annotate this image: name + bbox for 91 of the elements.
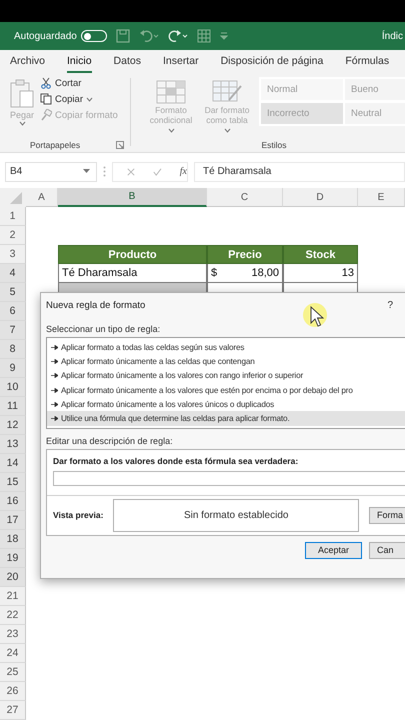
arrow-icon bbox=[51, 388, 58, 393]
table-header-cell: Stock bbox=[283, 245, 358, 264]
dialog-title: Nueva regla de formato bbox=[46, 300, 146, 310]
ribbon-button[interactable]: Cortar bbox=[40, 77, 118, 89]
grip-icon bbox=[103, 166, 106, 177]
row-header[interactable]: 19 bbox=[0, 549, 26, 568]
table-header-cell: Producto bbox=[58, 245, 207, 264]
arrow-icon bbox=[51, 416, 58, 422]
preview-label: Vista previa: bbox=[53, 510, 104, 520]
row-header[interactable]: 2 bbox=[0, 226, 26, 245]
rule-type-item[interactable]: Aplicar formato únicamente a los valores con rango inferior o superior bbox=[47, 368, 405, 383]
row-header[interactable]: 25 bbox=[0, 663, 26, 682]
table-icon[interactable] bbox=[196, 29, 211, 43]
row-header[interactable]: 26 bbox=[0, 682, 26, 701]
row-header[interactable]: 8 bbox=[0, 340, 26, 359]
section-label: Editar una descripción de regla: bbox=[46, 436, 174, 446]
help-button[interactable]: ? bbox=[387, 300, 393, 310]
row-header[interactable]: 12 bbox=[0, 416, 26, 435]
column-header[interactable]: B bbox=[58, 188, 207, 207]
select-all-icon[interactable] bbox=[0, 188, 26, 207]
formula-field[interactable]: Té Dharamsala bbox=[194, 162, 405, 182]
row-header[interactable]: 1 bbox=[0, 207, 26, 226]
column-header[interactable]: D bbox=[283, 188, 358, 207]
row-header[interactable]: 3 bbox=[0, 245, 26, 264]
row-header[interactable]: 23 bbox=[0, 625, 26, 644]
row-header[interactable]: 4 bbox=[0, 264, 26, 283]
ribbon-tab[interactable]: Archivo bbox=[10, 51, 46, 73]
arrow-icon bbox=[51, 358, 58, 364]
autosave-label: Autoguardado bbox=[14, 30, 77, 42]
row-header[interactable]: 21 bbox=[0, 587, 26, 606]
row-header[interactable]: 11 bbox=[0, 397, 26, 416]
table-cell: 13 bbox=[283, 264, 358, 283]
table-header-cell: Precio bbox=[207, 245, 283, 264]
group-label: Portapapeles bbox=[30, 140, 80, 150]
row-header[interactable]: 5 bbox=[0, 283, 26, 302]
redo-icon[interactable] bbox=[168, 29, 188, 43]
name-box[interactable]: B4 bbox=[5, 162, 97, 182]
row-header[interactable]: 6 bbox=[0, 302, 26, 321]
rule-type-item[interactable]: Utilice una fórmula que determine las celdas para aplicar formato. bbox=[47, 411, 405, 426]
row-header[interactable]: 27 bbox=[0, 701, 26, 720]
ribbon-tab[interactable]: Disposición de página bbox=[220, 51, 324, 73]
row-header[interactable]: 24 bbox=[0, 644, 26, 663]
table-brush-icon bbox=[212, 80, 242, 104]
undo-icon[interactable] bbox=[138, 29, 159, 43]
brush-icon bbox=[40, 109, 52, 121]
row-header[interactable]: 14 bbox=[0, 454, 26, 473]
arrow-icon bbox=[51, 344, 58, 350]
row-header[interactable]: 13 bbox=[0, 435, 26, 454]
row-header[interactable]: 18 bbox=[0, 530, 26, 549]
grid-icon bbox=[156, 80, 186, 104]
row-header[interactable]: 7 bbox=[0, 321, 26, 340]
scissors-icon bbox=[40, 77, 52, 89]
row-header[interactable]: 9 bbox=[0, 359, 26, 378]
format-button[interactable]: Forma bbox=[368, 506, 405, 524]
section-label: Seleccionar un tipo de regla: bbox=[46, 324, 162, 334]
check-icon[interactable] bbox=[152, 166, 162, 176]
row-header[interactable]: 10 bbox=[0, 378, 26, 397]
ribbon-tab[interactable]: Fórmulas bbox=[345, 51, 390, 73]
launcher-icon[interactable] bbox=[116, 141, 124, 149]
dropdown-icon bbox=[83, 169, 90, 174]
row-header[interactable]: 17 bbox=[0, 511, 26, 530]
window-title: Índic bbox=[382, 30, 403, 42]
ribbon-button[interactable]: Copiar bbox=[40, 93, 118, 105]
clipboard-icon bbox=[9, 79, 35, 109]
autosave-toggle[interactable] bbox=[80, 30, 107, 42]
column-header[interactable]: A bbox=[26, 188, 58, 207]
ribbon-tab[interactable]: Insertar bbox=[162, 51, 199, 73]
row-header[interactable]: 16 bbox=[0, 492, 26, 511]
save-icon[interactable] bbox=[116, 29, 130, 43]
copy-icon bbox=[40, 93, 52, 105]
field-label: Dar formato a los valores donde esta fórmula sea verdadera: bbox=[53, 456, 300, 466]
dialog-button[interactable]: Can bbox=[369, 542, 405, 559]
rule-type-item[interactable]: Aplicar formato únicamente a los valores únicos o duplicados bbox=[47, 397, 405, 412]
table-cell: $ 18,00 bbox=[207, 264, 283, 283]
cancel-icon[interactable] bbox=[127, 166, 135, 176]
row-header[interactable]: 15 bbox=[0, 473, 26, 492]
rule-type-item[interactable]: Aplicar formato únicamente a las celdas que contengan bbox=[47, 354, 405, 369]
group-label: Estilos bbox=[261, 140, 287, 150]
column-header[interactable]: C bbox=[207, 188, 283, 207]
row-header[interactable]: 20 bbox=[0, 568, 26, 587]
dialog-button[interactable]: Aceptar bbox=[305, 542, 362, 559]
rule-type-item[interactable]: Aplicar formato a todas las celdas según sus valores bbox=[47, 340, 405, 354]
arrow-icon bbox=[51, 402, 58, 407]
row-header[interactable]: 22 bbox=[0, 606, 26, 625]
column-header[interactable]: E bbox=[358, 188, 405, 207]
formula-input-field[interactable] bbox=[53, 470, 405, 486]
rule-type-item[interactable]: Aplicar formato únicamente a los valores que estén por encima o por debajo del pro bbox=[47, 382, 405, 398]
arrow-icon bbox=[51, 373, 58, 378]
preview-box: Sin formato establecido bbox=[113, 498, 359, 532]
insert-function-button[interactable]: fx bbox=[180, 166, 187, 177]
ribbon-tab[interactable]: Datos bbox=[114, 51, 141, 73]
